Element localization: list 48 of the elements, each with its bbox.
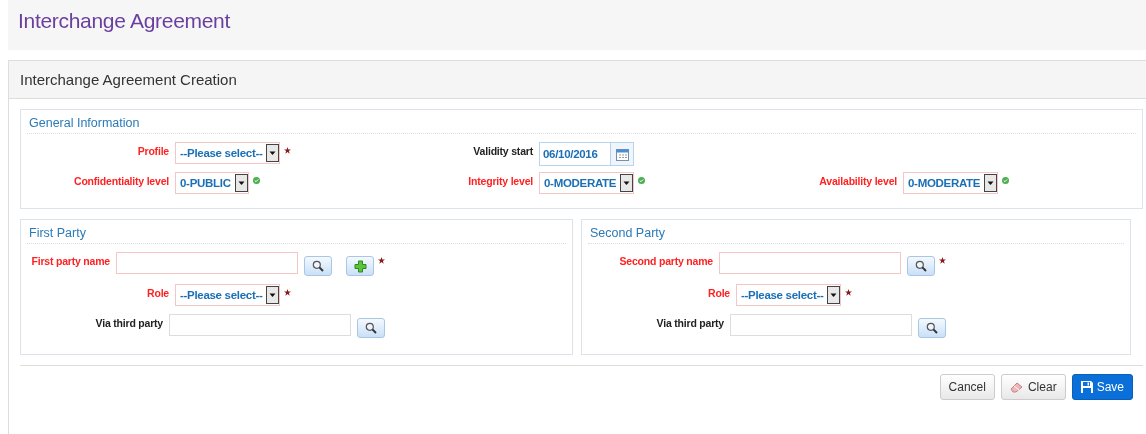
cancel-button[interactable]: Cancel xyxy=(939,374,995,400)
field-label: Profile xyxy=(136,144,169,157)
select-dropdown[interactable]: --Please select-- xyxy=(736,284,842,306)
add-button[interactable] xyxy=(346,256,374,276)
section-title: Second Party xyxy=(588,226,1124,244)
search-button[interactable] xyxy=(918,318,946,338)
field-label: Integrity level xyxy=(467,174,533,187)
field-label: Role xyxy=(707,286,730,299)
search-button[interactable] xyxy=(357,318,385,338)
section-title: General Information xyxy=(27,116,1136,134)
search-icon xyxy=(312,260,324,272)
dropdown-caret-icon[interactable] xyxy=(266,144,280,162)
page-title: Interchange Agreement xyxy=(18,8,232,33)
eraser-icon xyxy=(1009,381,1024,393)
search-icon xyxy=(915,260,927,272)
field-label: First party name xyxy=(30,254,110,267)
text-input-field[interactable] xyxy=(169,314,351,336)
field-label: Second party name xyxy=(618,254,713,267)
field-label: Confidentiality level xyxy=(73,174,169,187)
search-icon xyxy=(365,322,377,334)
dropdown-caret-icon[interactable] xyxy=(620,174,634,192)
field-label: Role xyxy=(146,286,169,299)
dropdown-caret-icon[interactable] xyxy=(984,174,998,192)
search-button[interactable] xyxy=(304,256,332,276)
date-field[interactable]: 06/10/2016 xyxy=(539,142,634,166)
calendar-icon xyxy=(615,147,629,161)
panel-title: Interchange Agreement Creation xyxy=(20,71,237,88)
search-icon xyxy=(926,322,938,334)
section-title: First Party xyxy=(27,226,566,244)
dropdown-caret-icon[interactable] xyxy=(234,174,248,192)
field-label: Validity start xyxy=(472,144,533,157)
text-input-field[interactable] xyxy=(719,252,901,274)
text-input-field[interactable] xyxy=(730,314,912,336)
field-label: Availability level xyxy=(818,174,897,187)
select-dropdown[interactable]: 0-MODERATE xyxy=(903,172,999,194)
save-button[interactable]: Save xyxy=(1071,374,1133,400)
field-label: Via third party xyxy=(655,316,724,329)
clear-button[interactable]: Clear xyxy=(1000,374,1066,400)
select-dropdown[interactable]: 0-PUBLIC xyxy=(175,172,249,194)
select-dropdown[interactable]: --Please select-- xyxy=(175,142,281,164)
text-input-field[interactable] xyxy=(116,252,298,274)
field-label: Via third party xyxy=(94,316,163,329)
dropdown-caret-icon[interactable] xyxy=(827,286,841,304)
dropdown-caret-icon[interactable] xyxy=(266,286,280,304)
search-button[interactable] xyxy=(907,256,935,276)
plus-icon xyxy=(353,259,367,273)
select-dropdown[interactable]: --Please select-- xyxy=(175,284,281,306)
select-dropdown[interactable]: 0-MODERATE xyxy=(539,172,635,194)
